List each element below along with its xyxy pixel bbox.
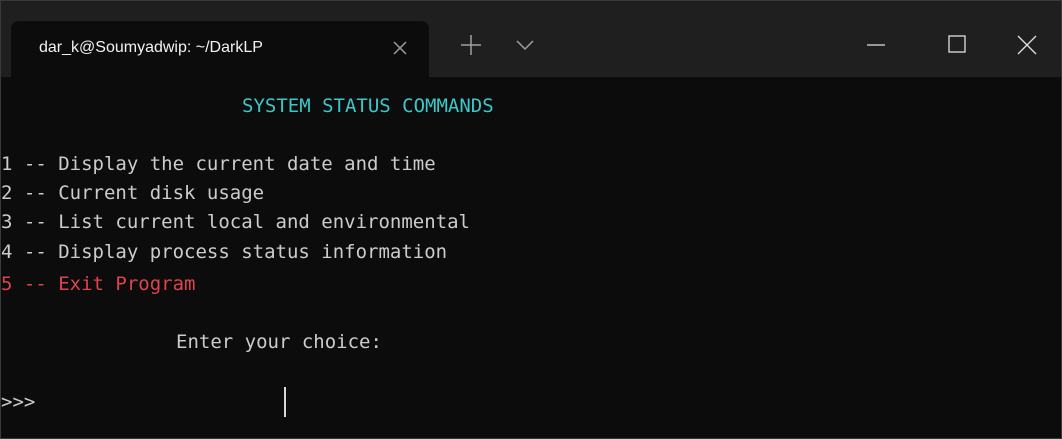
tab-close-icon[interactable] (387, 35, 413, 61)
tab-terminal[interactable]: dar_k@Soumyadwip: ~/DarkLP (11, 21, 429, 77)
minimize-icon[interactable] (845, 23, 909, 67)
menu-item-3: 3 -- List current local and environmenta… (1, 211, 470, 233)
menu-item-1: 1 -- Display the current date and time (1, 153, 436, 175)
input-prompt: >>> (1, 391, 36, 413)
chevron-down-icon[interactable] (513, 35, 537, 55)
menu-item-4: 4 -- Display process status information (1, 241, 448, 263)
new-tab-plus-icon[interactable] (457, 31, 485, 59)
menu-heading: SYSTEM STATUS COMMANDS (242, 95, 494, 117)
choice-prompt: Enter your choice: (176, 331, 382, 353)
text-cursor (284, 387, 286, 417)
menu-item-2: 2 -- Current disk usage (1, 182, 265, 204)
terminal-window: dar_k@Soumyadwip: ~/DarkLP SYSTEM STATUS… (0, 0, 1062, 439)
close-icon[interactable] (995, 23, 1059, 67)
menu-item-exit: 5 -- Exit Program (1, 273, 196, 295)
title-bar[interactable]: dar_k@Soumyadwip: ~/DarkLP (1, 1, 1061, 77)
terminal-content[interactable]: SYSTEM STATUS COMMANDS 1 -- Display the … (1, 77, 1061, 438)
maximize-icon[interactable] (925, 23, 989, 67)
tab-title: dar_k@Soumyadwip: ~/DarkLP (39, 39, 263, 56)
